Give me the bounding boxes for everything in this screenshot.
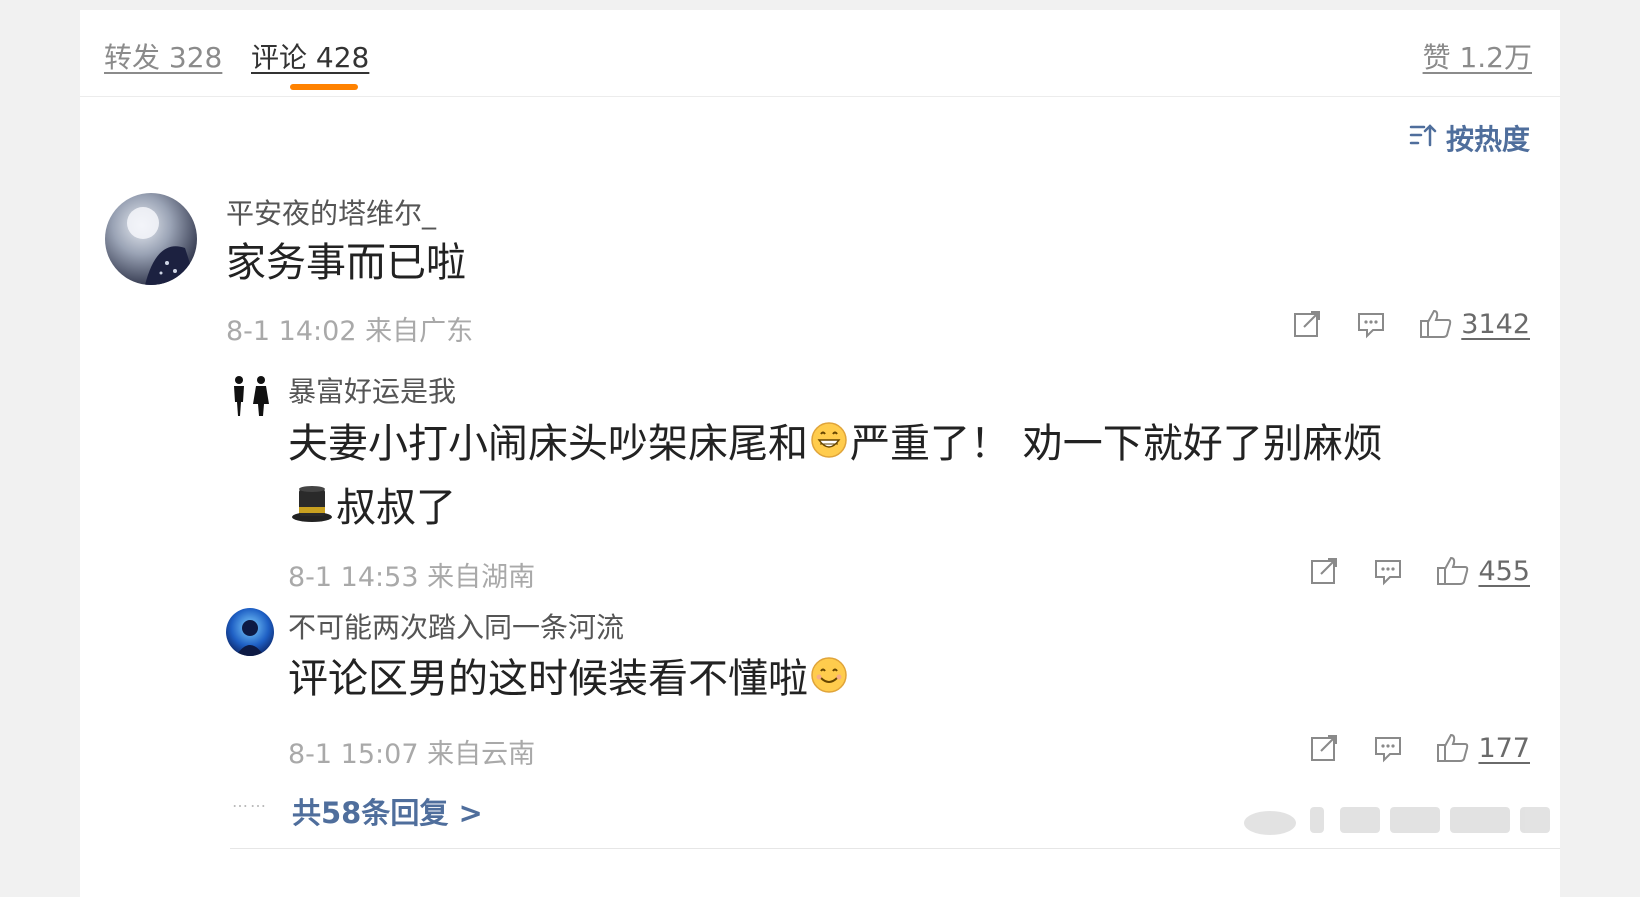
like-button[interactable]: 3142 bbox=[1419, 308, 1530, 340]
reply-avatar[interactable] bbox=[226, 608, 274, 656]
sort-icon bbox=[1408, 120, 1438, 157]
thumbs-up-icon bbox=[1437, 556, 1469, 585]
avatar[interactable] bbox=[105, 193, 197, 285]
like-button[interactable]: 455 bbox=[1436, 555, 1530, 587]
reply-text-part: 严重了！ 劝一下就好了别麻烦 bbox=[850, 421, 1383, 467]
like-count: 455 bbox=[1478, 555, 1530, 587]
tab-likes[interactable]: 赞 1.2万 bbox=[1423, 36, 1532, 76]
active-tab-indicator bbox=[290, 84, 358, 90]
divider bbox=[230, 848, 1560, 849]
reply-text-part: 评论区男的这时候装看不懂啦 bbox=[288, 656, 808, 702]
ellipsis-dots: …… bbox=[232, 792, 268, 811]
reply-actions: 177 bbox=[1308, 732, 1530, 764]
reply-meta: 8-1 14:53 来自湖南 bbox=[288, 562, 536, 593]
smile-emoji-icon bbox=[810, 650, 848, 712]
comment-panel: 转发 328 评论 428 赞 1.2万 按热度 平安夜的塔维尔_ 家务事而已啦… bbox=[80, 10, 1560, 897]
comment-text: 家务事而已啦 bbox=[226, 240, 466, 286]
sort-by-hot-button[interactable]: 按热度 bbox=[1408, 118, 1530, 158]
reply-text-part: 叔叔了 bbox=[336, 485, 456, 531]
reply-username[interactable]: 不可能两次踏入同一条河流 bbox=[288, 606, 624, 646]
reply-text: 夫妻小打小闹床头吵架床尾和 严重了！ 劝一下就好了别麻烦叔叔了 bbox=[288, 413, 1458, 541]
tab-bar: 转发 328 评论 428 赞 1.2万 bbox=[80, 10, 1560, 97]
thumbs-up-icon bbox=[1420, 309, 1452, 338]
tab-comments[interactable]: 评论 428 bbox=[251, 36, 369, 76]
top-hat-emoji-icon bbox=[290, 479, 334, 541]
comment-actions: 3142 bbox=[1291, 308, 1530, 340]
sort-label: 按热度 bbox=[1445, 123, 1530, 156]
reply-icon[interactable] bbox=[1372, 732, 1404, 764]
reply-avatar[interactable] bbox=[226, 372, 274, 420]
reply-meta: 8-1 15:07 来自云南 bbox=[288, 739, 536, 770]
reply-text-part: 夫妻小打小闹床头吵架床尾和 bbox=[288, 421, 808, 467]
reply-username[interactable]: 暴富好运是我 bbox=[288, 370, 456, 410]
like-count: 177 bbox=[1478, 732, 1530, 764]
reply-text: 评论区男的这时候装看不懂啦 bbox=[288, 648, 850, 712]
reply-icon[interactable] bbox=[1355, 308, 1387, 340]
reply-actions: 455 bbox=[1308, 555, 1530, 587]
grin-emoji-icon bbox=[810, 415, 848, 477]
thumbs-up-icon bbox=[1437, 733, 1469, 762]
view-all-replies-link[interactable]: 共58条回复 > bbox=[292, 790, 483, 832]
like-count: 3142 bbox=[1461, 308, 1530, 340]
share-icon[interactable] bbox=[1291, 308, 1323, 340]
share-icon[interactable] bbox=[1308, 555, 1340, 587]
comment-username[interactable]: 平安夜的塔维尔_ bbox=[226, 192, 436, 232]
watermark bbox=[1240, 795, 1560, 840]
tab-repost[interactable]: 转发 328 bbox=[104, 36, 222, 76]
share-icon[interactable] bbox=[1308, 732, 1340, 764]
reply-icon[interactable] bbox=[1372, 555, 1404, 587]
comment-meta: 8-1 14:02 来自广东 bbox=[226, 316, 474, 347]
like-button[interactable]: 177 bbox=[1436, 732, 1530, 764]
